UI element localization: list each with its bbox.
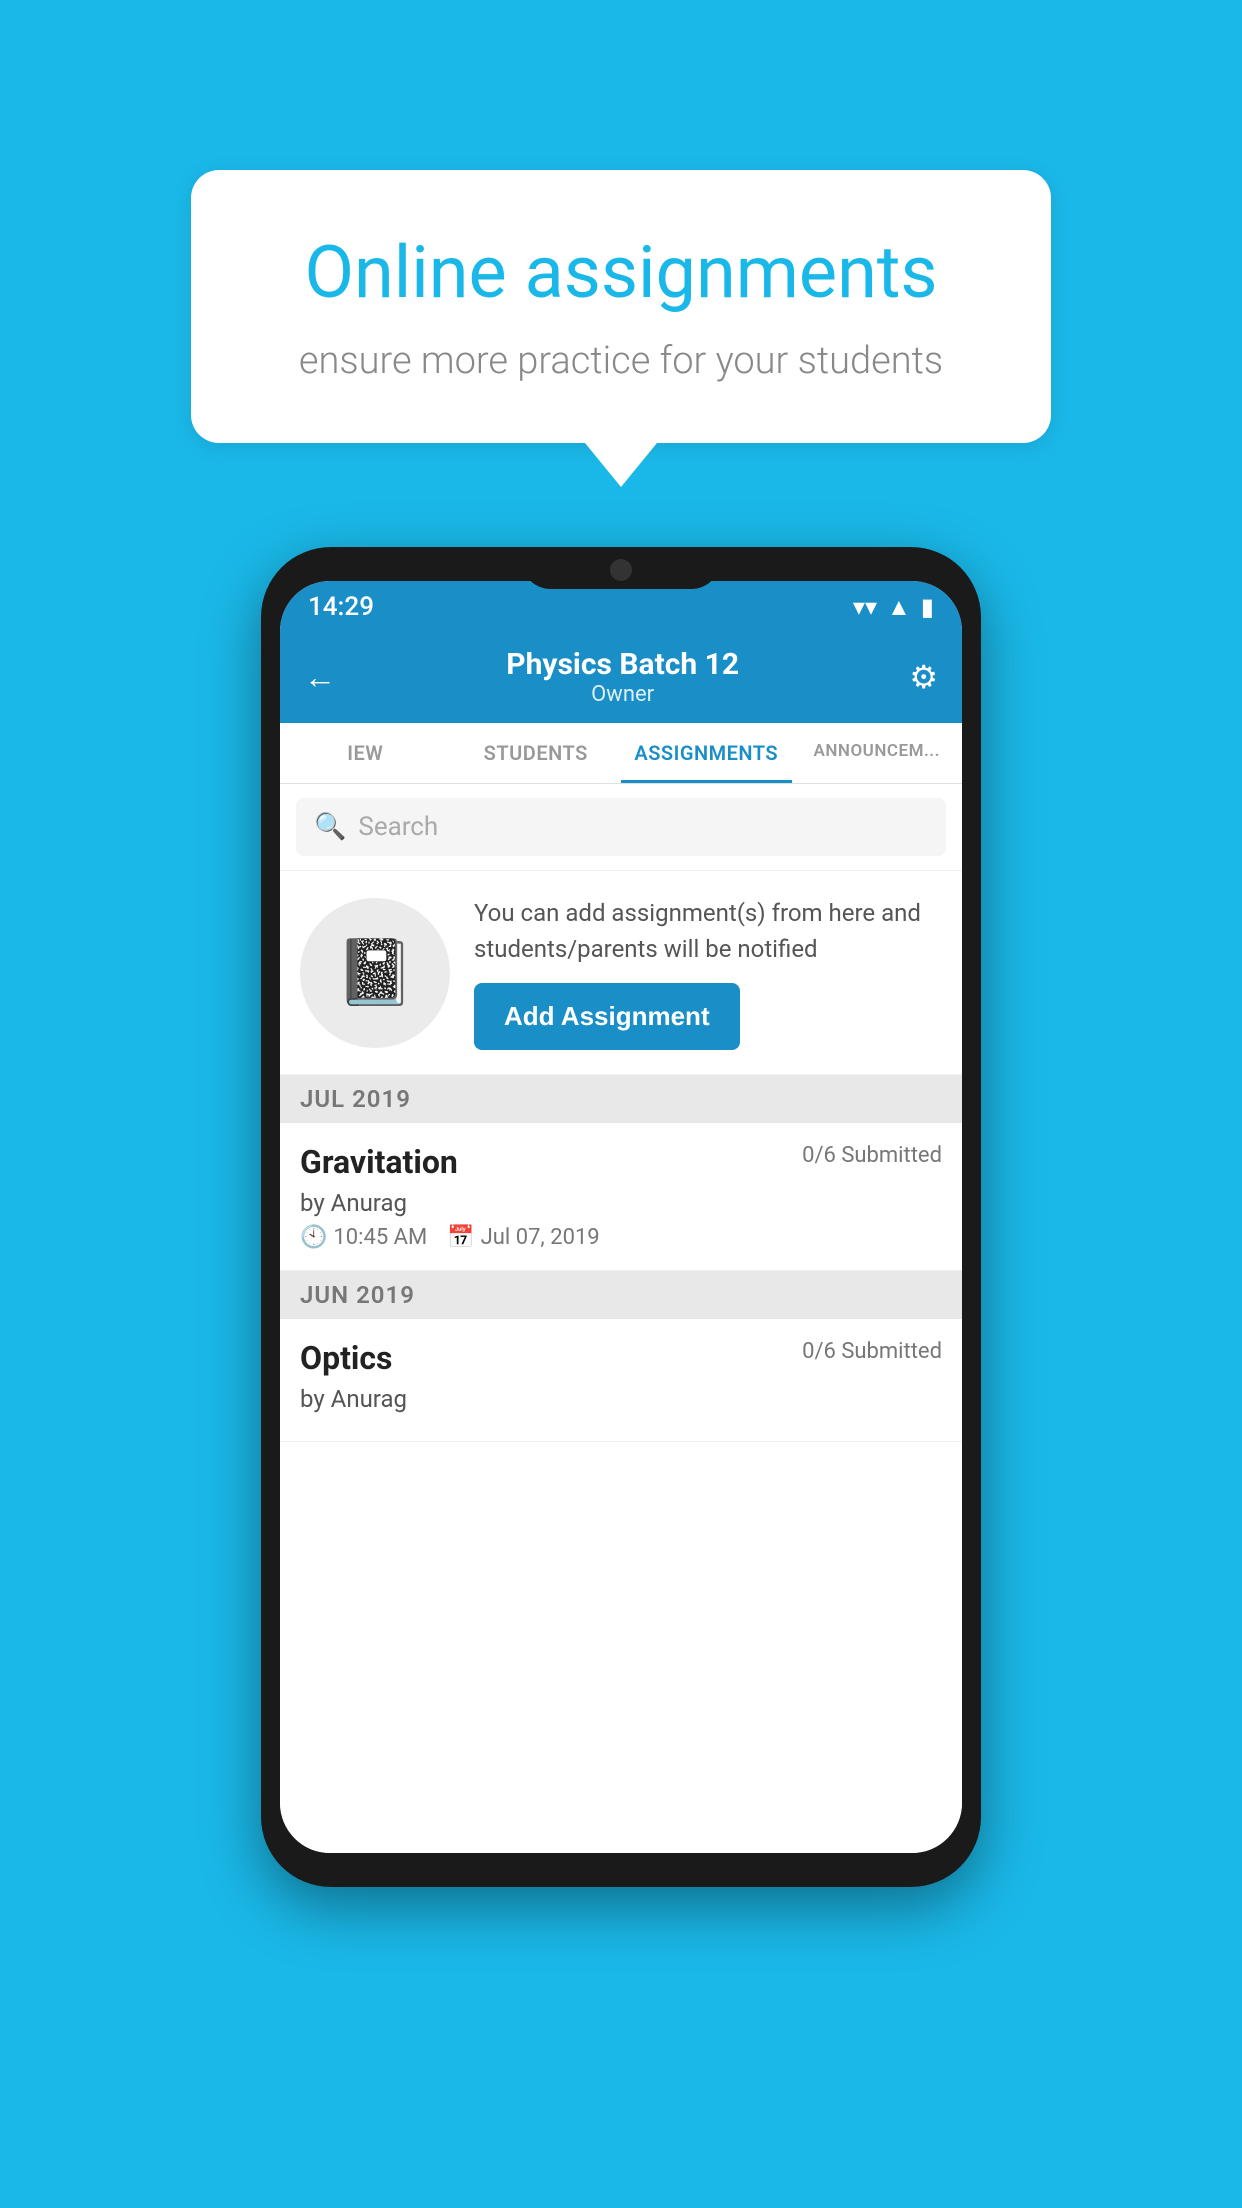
month-header-jun: JUN 2019	[280, 1271, 962, 1319]
assignment-submitted-optics: 0/6 Submitted	[802, 1339, 942, 1364]
search-input-wrapper[interactable]: 🔍 Search	[296, 798, 946, 856]
assignment-row-top-optics: Optics 0/6 Submitted	[300, 1339, 942, 1377]
phone-notch	[521, 547, 721, 589]
batch-title: Physics Batch 12	[336, 647, 909, 682]
clock-icon: 🕙	[300, 1225, 327, 1250]
battery-icon: ▮	[921, 593, 934, 621]
speech-bubble: Online assignments ensure more practice …	[191, 170, 1051, 443]
tab-iew[interactable]: IEW	[280, 723, 451, 783]
signal-icon: ▲	[887, 593, 911, 622]
speech-bubble-arrow	[585, 443, 657, 487]
back-button[interactable]: ←	[304, 658, 336, 696]
month-header-jul: JUL 2019	[280, 1075, 962, 1123]
assignment-name: Gravitation	[300, 1143, 458, 1181]
add-assignment-promo: 📓 You can add assignment(s) from here an…	[280, 871, 962, 1075]
assignment-meta: 🕙 10:45 AM 📅 Jul 07, 2019	[300, 1225, 942, 1250]
promo-text-area: You can add assignment(s) from here and …	[474, 895, 942, 1050]
date-meta: 📅 Jul 07, 2019	[447, 1225, 599, 1250]
assignment-date: Jul 07, 2019	[481, 1225, 600, 1250]
speech-bubble-subtitle: ensure more practice for your students	[261, 339, 981, 383]
status-icons: ▾▾ ▲ ▮	[853, 593, 934, 622]
search-container: 🔍 Search	[280, 784, 962, 871]
assignment-row-top: Gravitation 0/6 Submitted	[300, 1143, 942, 1181]
phone-device: 14:29 ▾▾ ▲ ▮ ← Physics Batch 12 Owner ⚙ …	[261, 547, 981, 1887]
content-area: 🔍 Search 📓 You can add assignment(s) fro…	[280, 784, 962, 1853]
add-assignment-button[interactable]: Add Assignment	[474, 983, 740, 1050]
status-time: 14:29	[308, 592, 374, 622]
phone-screen: 14:29 ▾▾ ▲ ▮ ← Physics Batch 12 Owner ⚙ …	[280, 581, 962, 1853]
assignment-item-optics[interactable]: Optics 0/6 Submitted by Anurag	[280, 1319, 962, 1442]
notebook-icon: 📓	[335, 935, 415, 1010]
promo-description: You can add assignment(s) from here and …	[474, 895, 942, 967]
calendar-icon: 📅	[447, 1225, 474, 1250]
assignment-by: by Anurag	[300, 1189, 942, 1217]
assignment-name-optics: Optics	[300, 1339, 392, 1377]
tab-assignments[interactable]: ASSIGNMENTS	[621, 723, 792, 783]
search-placeholder: Search	[358, 812, 438, 842]
speech-bubble-title: Online assignments	[261, 230, 981, 315]
time-meta: 🕙 10:45 AM	[300, 1225, 427, 1250]
front-camera	[610, 559, 632, 581]
tab-announcements[interactable]: ANNOUNCEM...	[792, 723, 963, 783]
promo-icon-circle: 📓	[300, 898, 450, 1048]
tab-students[interactable]: STUDENTS	[451, 723, 622, 783]
assignment-by-optics: by Anurag	[300, 1385, 942, 1413]
tabs-bar: IEW STUDENTS ASSIGNMENTS ANNOUNCEM...	[280, 723, 962, 784]
owner-label: Owner	[336, 682, 909, 707]
speech-bubble-wrapper: Online assignments ensure more practice …	[191, 170, 1051, 487]
assignment-time: 10:45 AM	[333, 1225, 427, 1250]
assignment-submitted: 0/6 Submitted	[802, 1143, 942, 1168]
search-icon: 🔍	[314, 812, 346, 842]
wifi-icon: ▾▾	[853, 593, 877, 621]
settings-icon[interactable]: ⚙	[909, 658, 938, 696]
app-header: ← Physics Batch 12 Owner ⚙	[280, 633, 962, 723]
header-center: Physics Batch 12 Owner	[336, 647, 909, 707]
assignment-item-gravitation[interactable]: Gravitation 0/6 Submitted by Anurag 🕙 10…	[280, 1123, 962, 1271]
